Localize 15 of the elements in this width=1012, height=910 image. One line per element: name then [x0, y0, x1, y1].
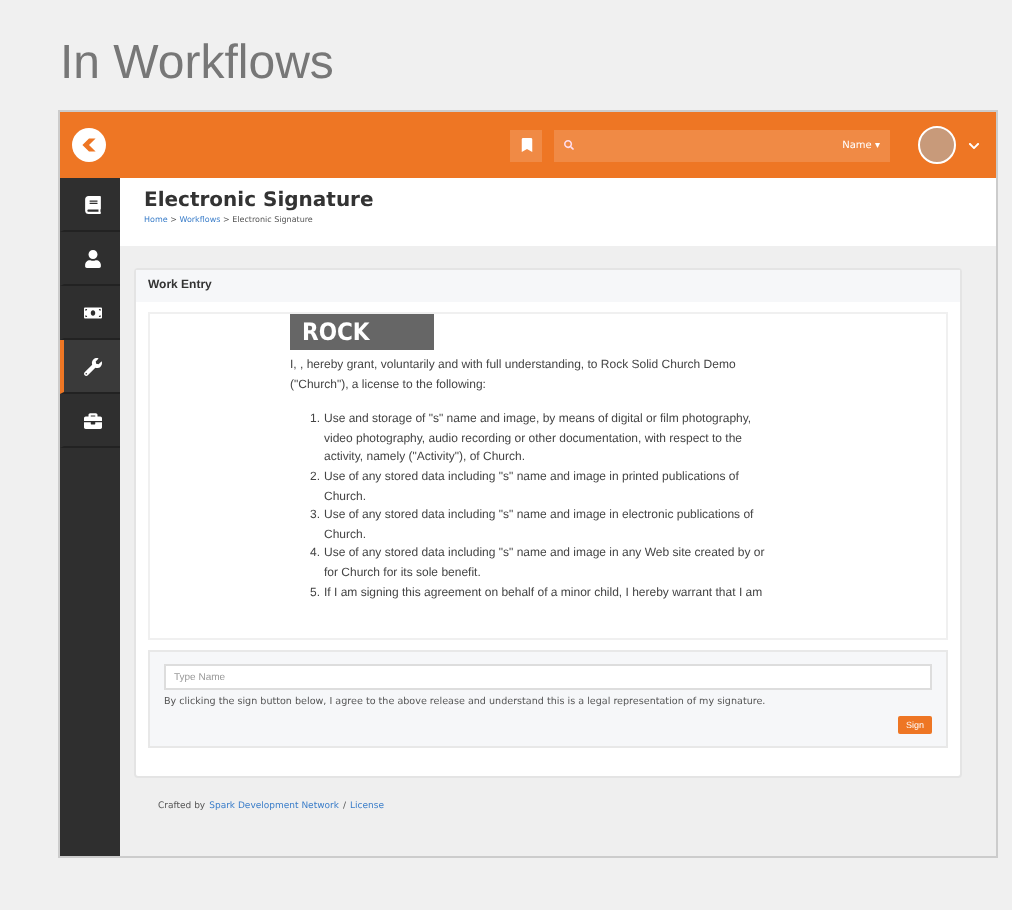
page-title: Electronic Signature [144, 190, 376, 212]
briefcase-icon [83, 411, 101, 429]
bookmark-icon [519, 138, 533, 152]
banknote-icon [83, 303, 101, 321]
logo-icon[interactable] [72, 128, 106, 162]
chevron-down-icon[interactable] [968, 139, 980, 151]
bookmark-button[interactable] [510, 129, 542, 161]
sidebar-item[interactable] [60, 340, 120, 394]
logo: ROCK [290, 314, 434, 350]
wrench-icon [83, 357, 101, 375]
search-icon [564, 140, 574, 150]
page-heading: In Workflows [60, 36, 336, 92]
avatar[interactable] [918, 126, 956, 164]
person-icon [83, 249, 101, 267]
book-icon [83, 195, 101, 213]
